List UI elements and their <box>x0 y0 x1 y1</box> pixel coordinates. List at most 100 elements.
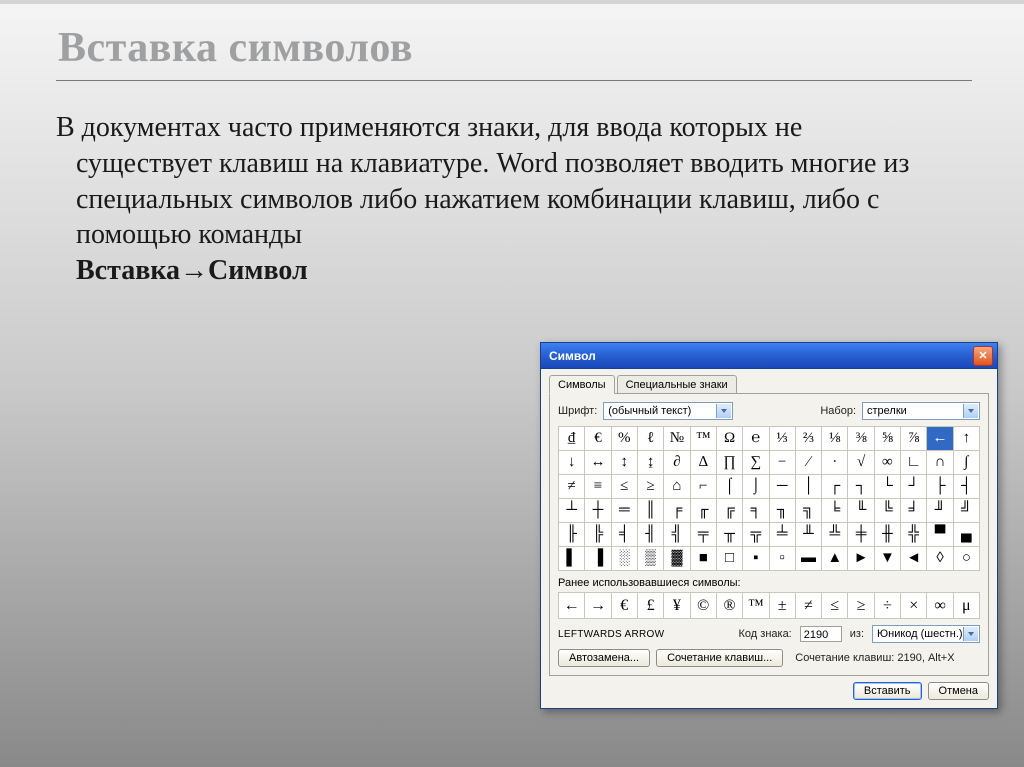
symbol-cell[interactable]: └ <box>874 474 900 498</box>
symbol-cell[interactable]: ╜ <box>926 498 952 522</box>
symbol-cell[interactable]: ∕ <box>795 450 821 474</box>
from-select[interactable]: Юникод (шестн.) <box>872 625 980 643</box>
symbol-cell[interactable]: ▄ <box>953 522 979 546</box>
symbol-cell[interactable]: √ <box>847 450 873 474</box>
symbol-cell[interactable]: ▬ <box>795 546 821 570</box>
recent-cell[interactable]: ≤ <box>821 592 847 618</box>
symbol-cell[interactable]: ⌐ <box>690 474 716 498</box>
symbol-cell[interactable]: € <box>584 426 610 450</box>
symbol-cell[interactable]: ⅛ <box>821 426 847 450</box>
symbol-cell[interactable]: ╫ <box>874 522 900 546</box>
symbol-cell[interactable]: ╪ <box>847 522 873 546</box>
symbol-cell[interactable]: ∏ <box>716 450 742 474</box>
symbol-cell[interactable]: ╙ <box>847 498 873 522</box>
recent-cell[interactable]: ÷ <box>874 592 900 618</box>
symbol-cell[interactable]: ↓ <box>558 450 584 474</box>
symbol-cell[interactable]: ™ <box>690 426 716 450</box>
symbol-cell[interactable]: ⅞ <box>900 426 926 450</box>
symbol-cell[interactable]: ◊ <box>926 546 952 570</box>
symbol-cell[interactable]: ├ <box>926 474 952 498</box>
symbol-cell[interactable]: ║ <box>637 498 663 522</box>
symbol-cell[interactable]: ≠ <box>558 474 584 498</box>
symbol-cell[interactable]: ℮ <box>742 426 768 450</box>
symbol-cell[interactable]: ╧ <box>769 522 795 546</box>
symbol-cell[interactable]: ← <box>926 426 952 450</box>
recent-cell[interactable]: ® <box>716 592 742 618</box>
symbol-cell[interactable]: ⅓ <box>769 426 795 450</box>
symbol-cell[interactable]: ∞ <box>874 450 900 474</box>
recent-cell[interactable]: © <box>690 592 716 618</box>
tab-special[interactable]: Специальные знаки <box>617 375 737 394</box>
symbol-cell[interactable]: ■ <box>690 546 716 570</box>
symbol-cell[interactable]: ╬ <box>900 522 926 546</box>
symbol-cell[interactable]: ▼ <box>874 546 900 570</box>
recent-cell[interactable]: ¥ <box>663 592 689 618</box>
symbol-cell[interactable]: ┤ <box>953 474 979 498</box>
symbol-cell[interactable]: ∆ <box>690 450 716 474</box>
symbol-cell[interactable]: ┴ <box>558 498 584 522</box>
symbol-cell[interactable]: ╖ <box>769 498 795 522</box>
symbol-cell[interactable]: ⅔ <box>795 426 821 450</box>
shortcut-button[interactable]: Сочетание клавиш... <box>656 649 783 667</box>
recent-cell[interactable]: £ <box>637 592 663 618</box>
recent-cell[interactable]: ≥ <box>847 592 873 618</box>
autocorrect-button[interactable]: Автозамена... <box>558 649 650 667</box>
symbol-cell[interactable]: ∩ <box>926 450 952 474</box>
symbol-cell[interactable]: ⌠ <box>716 474 742 498</box>
symbol-cell[interactable]: ▐ <box>584 546 610 570</box>
recent-grid[interactable]: ←→€£¥©®™±≠≤≥÷×∞μ <box>558 592 980 619</box>
tab-symbols[interactable]: Символы <box>549 375 615 394</box>
symbol-cell[interactable]: ∙ <box>821 450 847 474</box>
symbol-cell[interactable]: ╓ <box>690 498 716 522</box>
insert-button[interactable]: Вставить <box>853 682 922 700</box>
symbol-cell[interactable]: ╘ <box>821 498 847 522</box>
symbol-cell[interactable]: ⅜ <box>847 426 873 450</box>
symbol-cell[interactable]: ⌡ <box>742 474 768 498</box>
symbol-cell[interactable]: ▫ <box>769 546 795 570</box>
recent-cell[interactable]: ± <box>769 592 795 618</box>
symbol-cell[interactable]: ░ <box>611 546 637 570</box>
recent-cell[interactable]: μ <box>953 592 979 618</box>
symbol-cell[interactable]: № <box>663 426 689 450</box>
symbol-cell[interactable]: ╤ <box>690 522 716 546</box>
symbol-cell[interactable]: ∑ <box>742 450 768 474</box>
symbol-cell[interactable]: ╚ <box>874 498 900 522</box>
symbol-cell[interactable]: │ <box>795 474 821 498</box>
dialog-titlebar[interactable]: Символ ✕ <box>541 343 997 369</box>
symbol-cell[interactable]: ╥ <box>716 522 742 546</box>
recent-cell[interactable]: ≠ <box>795 592 821 618</box>
symbol-cell[interactable]: ▲ <box>821 546 847 570</box>
symbol-cell[interactable]: ► <box>847 546 873 570</box>
symbol-cell[interactable]: ○ <box>953 546 979 570</box>
symbol-cell[interactable]: ╩ <box>821 522 847 546</box>
set-select[interactable]: стрелки <box>862 402 980 420</box>
symbol-cell[interactable]: ↨ <box>637 450 663 474</box>
symbol-cell[interactable]: ┌ <box>821 474 847 498</box>
symbol-cell[interactable]: ┼ <box>584 498 610 522</box>
symbol-cell[interactable]: ╗ <box>795 498 821 522</box>
font-select[interactable]: (обычный текст) <box>603 402 733 420</box>
symbol-cell[interactable]: ∂ <box>663 450 689 474</box>
symbol-cell[interactable]: Ω <box>716 426 742 450</box>
symbol-cell[interactable]: □ <box>716 546 742 570</box>
symbol-cell[interactable]: ╕ <box>742 498 768 522</box>
recent-cell[interactable]: ™ <box>742 592 768 618</box>
recent-cell[interactable]: → <box>584 592 610 618</box>
symbol-cell[interactable]: ╡ <box>611 522 637 546</box>
recent-cell[interactable]: × <box>900 592 926 618</box>
symbol-cell[interactable]: ↔ <box>584 450 610 474</box>
cancel-button[interactable]: Отмена <box>928 682 989 700</box>
symbol-cell[interactable]: ℓ <box>637 426 663 450</box>
symbol-cell[interactable]: ∫ <box>953 450 979 474</box>
symbol-cell[interactable]: ╨ <box>795 522 821 546</box>
symbol-cell[interactable]: − <box>769 450 795 474</box>
symbol-cell[interactable]: ╣ <box>663 522 689 546</box>
symbol-cell[interactable]: ▀ <box>926 522 952 546</box>
recent-cell[interactable]: ← <box>558 592 584 618</box>
symbol-cell[interactable]: ⌂ <box>663 474 689 498</box>
symbol-cell[interactable]: ╛ <box>900 498 926 522</box>
symbol-cell[interactable]: ╝ <box>953 498 979 522</box>
symbol-cell[interactable]: ╦ <box>742 522 768 546</box>
symbol-cell[interactable]: ↑ <box>953 426 979 450</box>
symbol-cell[interactable]: ◄ <box>900 546 926 570</box>
